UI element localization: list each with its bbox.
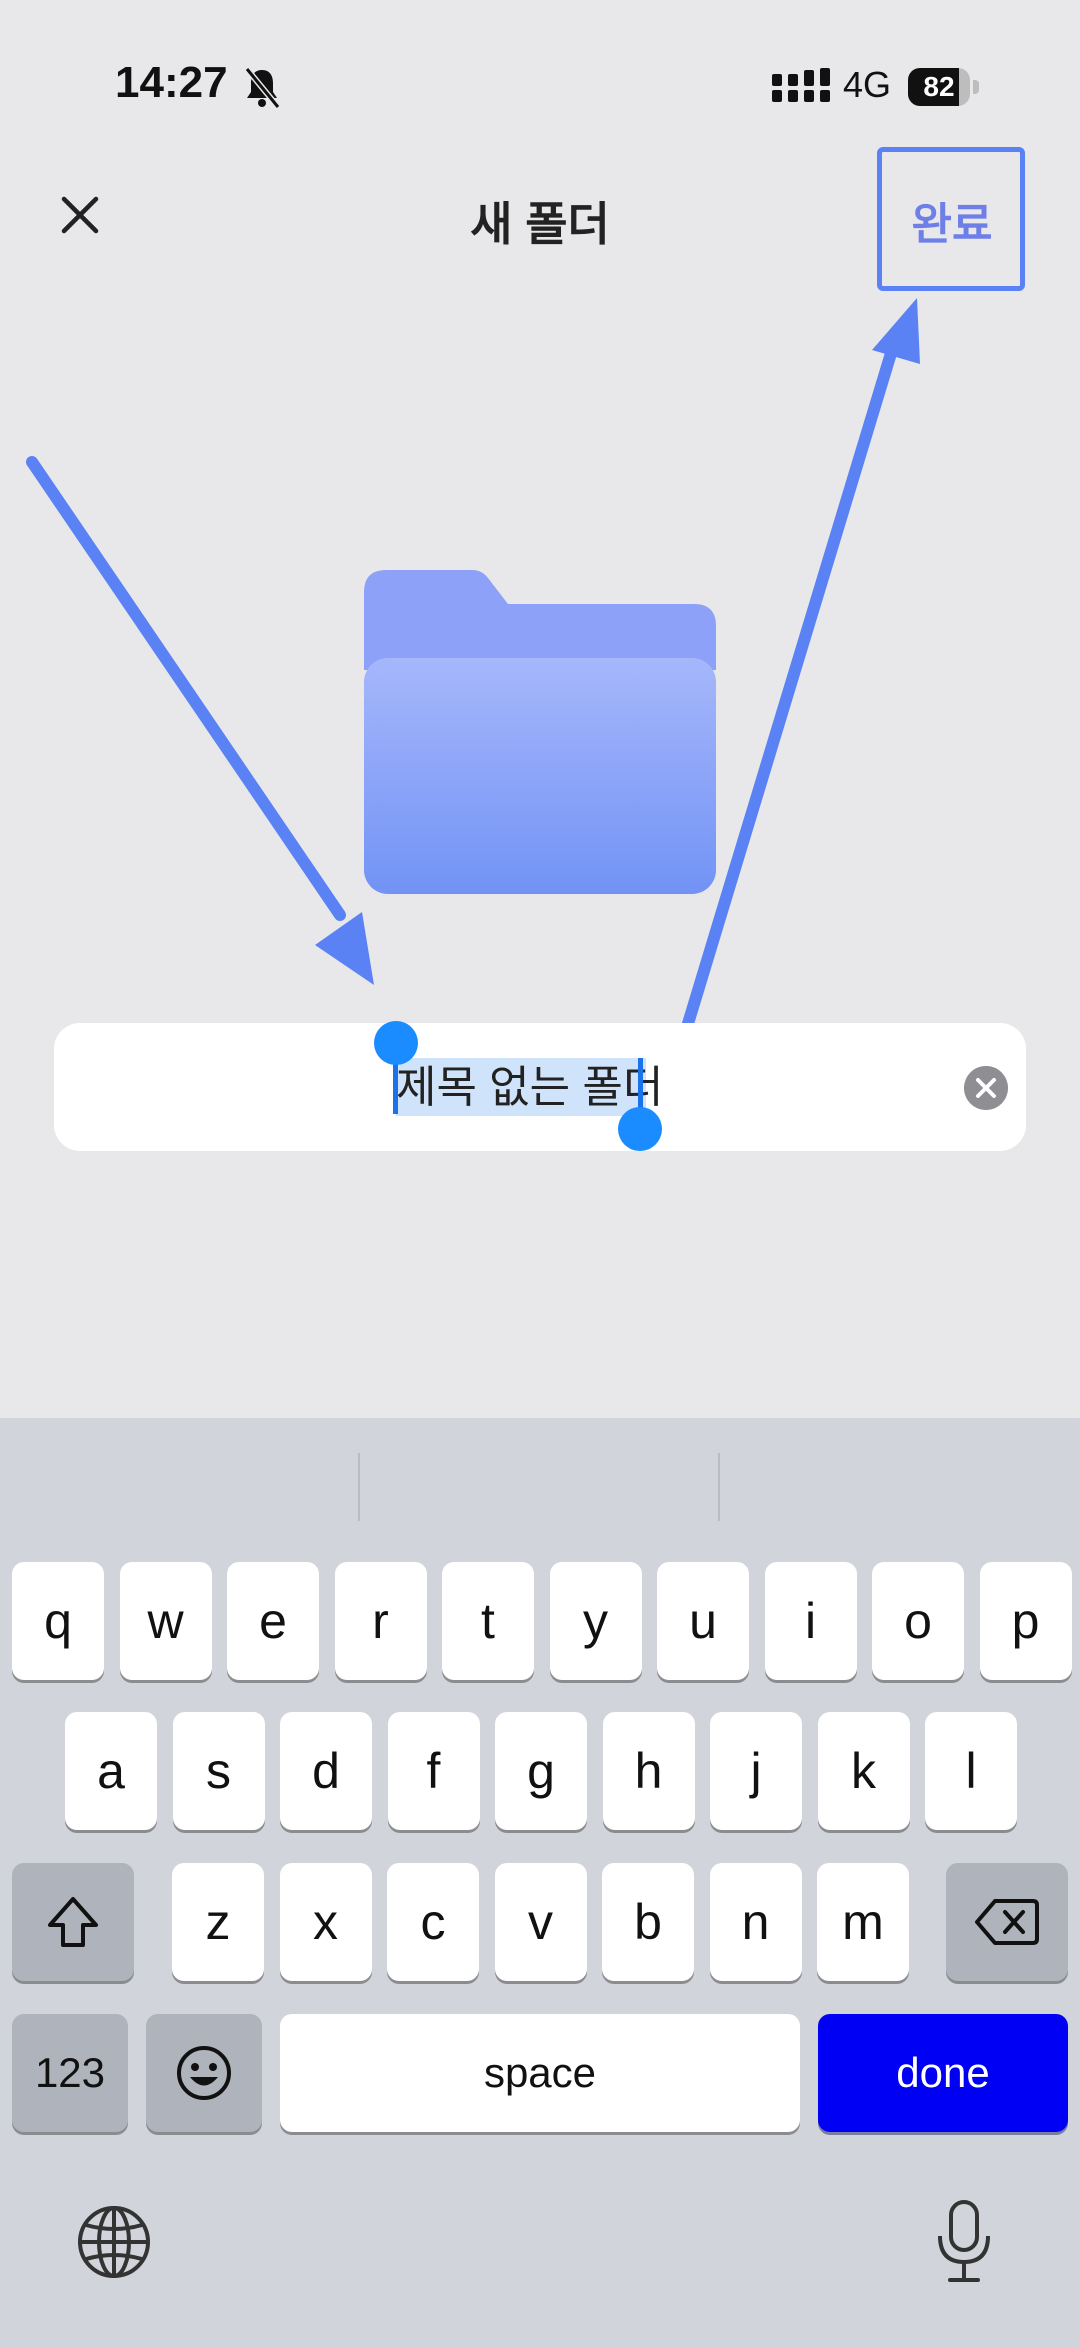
key-u[interactable]: u <box>657 1562 749 1680</box>
key-y[interactable]: y <box>549 1562 642 1680</box>
folder-name-input[interactable]: 제목 없는 폴더 <box>396 1060 663 1116</box>
key-h[interactable]: h <box>602 1712 695 1830</box>
shift-icon <box>48 1897 98 1947</box>
network-label: 4G <box>843 64 892 105</box>
backspace-key[interactable] <box>946 1863 1068 1981</box>
key-f[interactable]: f <box>387 1712 480 1830</box>
key-b[interactable]: b <box>602 1863 694 1981</box>
key-i[interactable]: i <box>764 1562 857 1680</box>
bell-muted-icon <box>244 67 281 109</box>
space-key[interactable]: space <box>280 2014 800 2132</box>
key-j[interactable]: j <box>710 1712 802 1830</box>
keyboard-done-key[interactable]: done <box>818 2014 1068 2132</box>
battery-percent: 82 <box>923 71 955 102</box>
key-t[interactable]: t <box>442 1562 534 1680</box>
key-o[interactable]: o <box>872 1562 964 1680</box>
done-button[interactable]: 완료 <box>882 188 1022 252</box>
key-m[interactable]: m <box>817 1863 909 1981</box>
selection-start-handle[interactable] <box>374 1021 418 1065</box>
signal-icon <box>772 68 830 102</box>
microphone-icon[interactable] <box>934 2198 994 2286</box>
key-g[interactable]: g <box>495 1712 587 1830</box>
status-time: 14:27 <box>115 58 228 107</box>
key-l[interactable]: l <box>925 1712 1017 1830</box>
key-x[interactable]: x <box>279 1863 372 1981</box>
key-v[interactable]: v <box>494 1863 587 1981</box>
key-c[interactable]: c <box>387 1863 479 1981</box>
globe-icon[interactable] <box>76 2204 152 2280</box>
folder-icon <box>364 570 716 894</box>
suggestion-divider <box>718 1453 720 1521</box>
key-s[interactable]: s <box>172 1712 265 1830</box>
emoji-key[interactable] <box>146 2014 262 2132</box>
status-bar: 14:27 4G 82 <box>0 0 1080 130</box>
key-n[interactable]: n <box>709 1863 802 1981</box>
selection-end-handle[interactable] <box>618 1107 662 1151</box>
key-q[interactable]: q <box>12 1562 104 1680</box>
shift-key[interactable] <box>12 1863 134 1981</box>
key-a[interactable]: a <box>65 1712 157 1830</box>
key-k[interactable]: k <box>817 1712 910 1830</box>
key-z[interactable]: z <box>172 1863 264 1981</box>
key-r[interactable]: r <box>334 1562 427 1680</box>
key-e[interactable]: e <box>227 1562 319 1680</box>
battery-icon: 82 <box>908 68 982 106</box>
clear-icon[interactable] <box>964 1066 1008 1110</box>
key-d[interactable]: d <box>280 1712 372 1830</box>
numbers-key[interactable]: 123 <box>12 2014 128 2132</box>
emoji-icon <box>177 2046 231 2100</box>
suggestion-divider <box>358 1453 360 1521</box>
key-w[interactable]: w <box>119 1562 212 1680</box>
backspace-icon <box>975 1899 1039 1945</box>
key-p[interactable]: p <box>979 1562 1072 1680</box>
